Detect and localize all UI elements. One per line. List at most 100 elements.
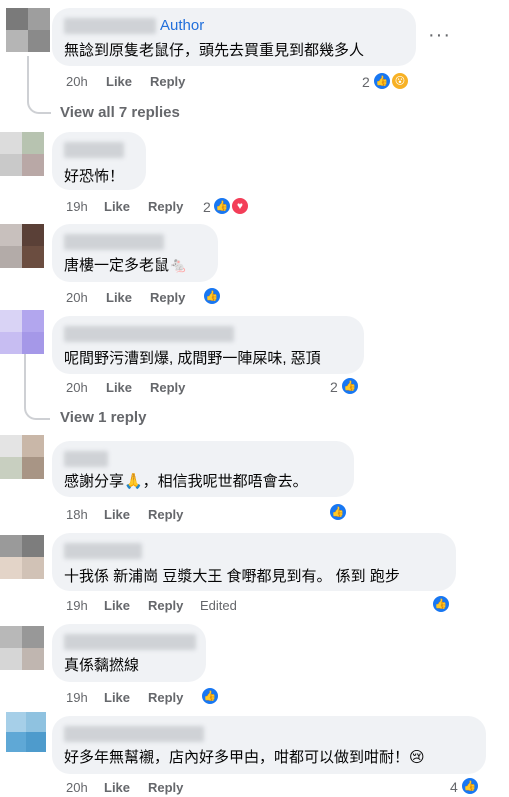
avatar-tile [22, 224, 44, 246]
comment-text: 真係黐撚線 [64, 657, 140, 674]
comment-bubble: 唐樓一定多老鼠🐁 [52, 224, 218, 282]
reaction-summary[interactable]: 👍 [328, 502, 354, 524]
avatar-tile [26, 732, 46, 752]
more-horizontal-icon[interactable]: ··· [428, 24, 451, 47]
comment-bubble: Author 無諗到原隻老鼠仔，頭先去買重見到都幾多人 [52, 8, 416, 66]
avatar-tile [22, 435, 44, 457]
avatar-tile [22, 557, 44, 579]
author-badge: Author [160, 17, 205, 34]
reply-button[interactable]: Reply [150, 380, 185, 395]
comment-actions: 19h Like Reply [66, 690, 216, 710]
reaction-summary[interactable]: 2 👍 😮 [362, 71, 422, 93]
comment-timestamp[interactable]: 19h [66, 690, 88, 705]
avatar-tile [0, 626, 22, 648]
avatar-tile [0, 435, 22, 457]
avatar[interactable] [0, 310, 44, 354]
like-button[interactable]: Like [106, 74, 132, 89]
like-button[interactable]: Like [104, 598, 130, 613]
author-name-redacted[interactable] [64, 18, 156, 34]
comment-timestamp[interactable]: 20h [66, 780, 88, 795]
comment-item: 感謝分享🙏，相信我呢世都唔會去。 18h Like Reply 👍 [0, 435, 509, 525]
view-replies-link[interactable]: View 1 reply [60, 409, 146, 426]
reaction-summary[interactable]: 2 👍 [330, 376, 370, 398]
comment-item: 好多年無幫襯，店內好多甲甴，咁都可以做到咁耐！😢 20h Like Reply … [0, 710, 509, 797]
comment-item: 好恐怖！ 19h Like Reply 2 👍 ♥ [0, 130, 509, 220]
reaction-count: 2 [330, 379, 338, 395]
comment-actions: 19h Like Reply Edited [66, 598, 286, 618]
reply-button[interactable]: Reply [148, 690, 183, 705]
avatar-tile [22, 648, 44, 670]
comment-actions: 20h Like Reply [66, 74, 216, 94]
like-button[interactable]: Like [104, 507, 130, 522]
reply-button[interactable]: Reply [148, 199, 183, 214]
avatar[interactable] [0, 435, 44, 479]
avatar-tile [0, 457, 22, 479]
avatar-tile [6, 8, 28, 30]
avatar-tile [22, 535, 44, 557]
reply-button[interactable]: Reply [148, 598, 183, 613]
reply-button[interactable]: Reply [148, 507, 183, 522]
comment-text: 唐樓一定多老鼠🐁 [64, 257, 188, 274]
like-button[interactable]: Like [104, 199, 130, 214]
like-reaction-icon: 👍 [460, 776, 480, 796]
avatar-tile [6, 732, 26, 752]
reply-button[interactable]: Reply [148, 780, 183, 795]
comment-timestamp[interactable]: 19h [66, 199, 88, 214]
author-name-redacted[interactable] [64, 543, 142, 559]
avatar[interactable] [0, 132, 44, 176]
comment-item: 真係黐撚線 19h Like Reply 👍 [0, 620, 509, 710]
reaction-count: 2 [203, 199, 211, 215]
author-name-redacted[interactable] [64, 234, 164, 250]
avatar-tile [22, 457, 44, 479]
reaction-summary[interactable]: 2 👍 ♥ [203, 196, 263, 218]
comment-bubble: 好多年無幫襯，店內好多甲甴，咁都可以做到咁耐！😢 [52, 716, 486, 774]
reply-button[interactable]: Reply [150, 74, 185, 89]
comment-text: 無諗到原隻老鼠仔，頭先去買重見到都幾多人 [64, 42, 365, 59]
reaction-count: 2 [362, 74, 370, 90]
like-button[interactable]: Like [106, 290, 132, 305]
avatar-tile [22, 626, 44, 648]
view-replies-link[interactable]: View all 7 replies [60, 104, 180, 121]
author-name-redacted[interactable] [64, 142, 124, 158]
comment-timestamp[interactable]: 20h [66, 380, 88, 395]
avatar[interactable] [0, 224, 44, 268]
like-reaction-icon: 👍 [328, 502, 348, 522]
edited-label: Edited [200, 598, 237, 613]
reaction-summary[interactable]: 👍 [200, 686, 226, 708]
comment-bubble: 感謝分享🙏，相信我呢世都唔會去。 [52, 441, 354, 497]
comment-timestamp[interactable]: 19h [66, 598, 88, 613]
avatar[interactable] [0, 535, 44, 579]
like-button[interactable]: Like [104, 780, 130, 795]
avatar-tile [22, 246, 44, 268]
love-reaction-icon: ♥ [230, 196, 250, 216]
comment-item: 呢間野污漕到爆, 成間野一陣屎味, 惡頂 20h Like Reply 2 👍 … [0, 310, 509, 435]
like-reaction-icon: 👍 [200, 686, 220, 706]
avatar[interactable] [6, 8, 50, 52]
comment-item: 十我係 新浦崗 豆漿大王 食嘢都見到有。 係到 跑步 19h Like Repl… [0, 525, 509, 620]
avatar-tile [6, 30, 28, 52]
author-name-redacted[interactable] [64, 451, 108, 467]
author-name-redacted[interactable] [64, 726, 204, 742]
avatar-tile [22, 132, 44, 154]
author-name-redacted[interactable] [64, 326, 234, 342]
like-button[interactable]: Like [104, 690, 130, 705]
reaction-summary[interactable]: 👍 [202, 286, 228, 308]
comment-bubble: 十我係 新浦崗 豆漿大王 食嘢都見到有。 係到 跑步 [52, 533, 456, 591]
like-button[interactable]: Like [106, 380, 132, 395]
comment-timestamp[interactable]: 20h [66, 290, 88, 305]
reaction-summary[interactable]: 👍 [431, 594, 457, 616]
reaction-summary[interactable]: 4 👍 [450, 776, 490, 797]
like-reaction-icon: 👍 [212, 196, 232, 216]
comment-timestamp[interactable]: 18h [66, 507, 88, 522]
comment-text: 好恐怖！ [64, 168, 125, 185]
author-name-redacted[interactable] [64, 634, 196, 650]
avatar[interactable] [0, 626, 44, 670]
reply-button[interactable]: Reply [150, 290, 185, 305]
reply-thread-line [24, 354, 50, 420]
avatar-tile [22, 332, 44, 354]
avatar-tile [28, 30, 50, 52]
comment-timestamp[interactable]: 20h [66, 74, 88, 89]
avatar[interactable] [6, 712, 46, 752]
comment-item: Author 無諗到原隻老鼠仔，頭先去買重見到都幾多人 ··· 20h Like… [0, 0, 509, 130]
avatar-tile [22, 154, 44, 176]
